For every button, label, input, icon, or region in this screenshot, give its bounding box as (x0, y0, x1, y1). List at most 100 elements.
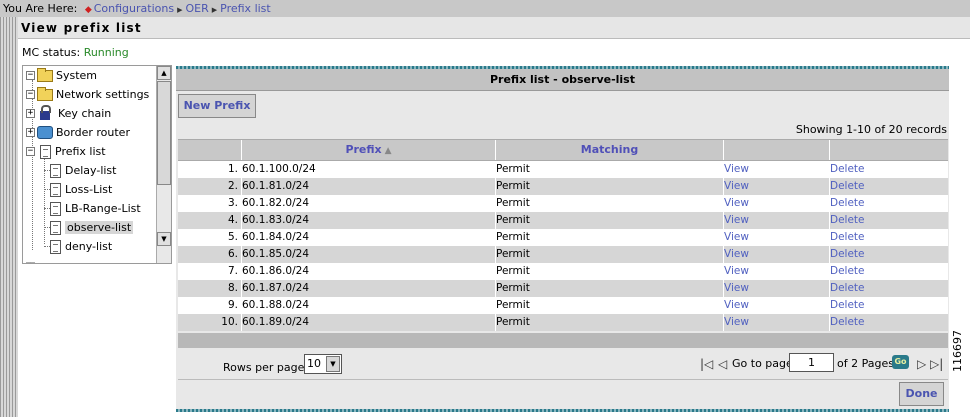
table-row: 6. 60.1.85.0/24 Permit View Delete (178, 246, 948, 263)
navigation-tree[interactable]: − System − Network settings + Key chain … (22, 65, 172, 264)
table-row: 9. 60.1.88.0/24 Permit View Delete (178, 297, 948, 314)
tree-item-label: Loss-List (65, 183, 113, 196)
row-index: 3. (227, 197, 238, 209)
tree-item-network-settings[interactable]: − Network settings (26, 85, 149, 104)
page-number-input[interactable]: 1 (789, 353, 834, 372)
view-link[interactable]: View (724, 246, 824, 263)
expand-icon[interactable]: + (26, 109, 35, 118)
row-prefix: 60.1.89.0/24 (242, 316, 309, 328)
first-page-icon[interactable]: |◁ (700, 357, 713, 371)
view-link[interactable]: View (724, 212, 824, 229)
header-delete (830, 140, 948, 160)
delete-link[interactable]: Delete (830, 229, 940, 246)
delete-link[interactable]: Delete (830, 280, 940, 297)
row-prefix: 60.1.88.0/24 (242, 299, 309, 311)
table-row: 8. 60.1.87.0/24 Permit View Delete (178, 280, 948, 297)
mc-status-label: MC status: (22, 46, 81, 59)
tree-item-delay-list[interactable]: Delay-list (50, 161, 116, 180)
tree-item-key-chain[interactable]: + Key chain (26, 104, 111, 123)
delete-link[interactable]: Delete (830, 297, 940, 314)
tree-item-prefix-list[interactable]: − Prefix list (26, 142, 106, 161)
document-icon (40, 144, 51, 159)
table-row: 4. 60.1.83.0/24 Permit View Delete (178, 212, 948, 229)
breadcrumb-separator-icon: ▶ (211, 6, 218, 14)
go-button[interactable]: Go (892, 355, 909, 369)
tree-item-system[interactable]: − System (26, 66, 97, 85)
collapse-icon[interactable]: − (26, 147, 35, 156)
header-matching[interactable]: Matching (496, 140, 724, 160)
table-row: 1. 60.1.100.0/24 Permit View Delete (178, 161, 948, 178)
mc-status-value: Running (83, 46, 129, 59)
folder-icon (37, 67, 53, 82)
view-link[interactable]: View (724, 178, 824, 195)
previous-page-icon[interactable]: ◁ (718, 357, 727, 371)
tree-item-label-selected: observe-list (65, 221, 134, 234)
new-prefix-button[interactable]: New Prefix (178, 94, 256, 118)
scroll-down-icon[interactable]: ▼ (157, 232, 171, 246)
table-row: 3. 60.1.82.0/24 Permit View Delete (178, 195, 948, 212)
delete-link[interactable]: Delete (830, 195, 940, 212)
row-prefix: 60.1.86.0/24 (242, 265, 309, 277)
row-prefix: 60.1.100.0/24 (242, 163, 316, 175)
tree-item-deny-list[interactable]: deny-list (50, 237, 112, 256)
delete-link[interactable]: Delete (830, 161, 940, 178)
delete-link[interactable]: Delete (830, 314, 940, 331)
tree-item-loss-list[interactable]: Loss-List (50, 180, 112, 199)
header-prefix[interactable]: Prefix ▲ (242, 140, 496, 160)
left-edge-bar (0, 0, 18, 417)
go-to-page-label: Go to page: (732, 357, 797, 370)
view-link[interactable]: View (724, 195, 824, 212)
header-matching-label: Matching (580, 143, 639, 156)
breadcrumb-link-configurations[interactable]: Configurations (94, 2, 174, 15)
tree-item-label: Delay-list (65, 164, 117, 177)
row-index: 6. (227, 248, 238, 260)
collapse-icon[interactable]: − (26, 71, 35, 80)
view-link[interactable]: View (724, 314, 824, 331)
breadcrumb-link-oer[interactable]: OER (185, 2, 208, 15)
breadcrumb-link-prefix-list[interactable]: Prefix list (220, 2, 271, 15)
tree-item-border-router[interactable]: + Border router (26, 123, 130, 142)
tree-item-label: Prefix list (55, 145, 106, 158)
scrollbar-thumb[interactable] (157, 81, 171, 185)
next-page-icon[interactable]: ▷ (917, 357, 926, 371)
tree-item-observe-list[interactable]: observe-list (50, 218, 134, 237)
tree-item-partial: + (26, 257, 37, 263)
row-matching: Permit (496, 299, 530, 311)
delete-link[interactable]: Delete (830, 212, 940, 229)
table-row: 5. 60.1.84.0/24 Permit View Delete (178, 229, 948, 246)
breadcrumb: You Are Here: ◆ Configurations ▶ OER ▶ Prefix… (0, 0, 970, 17)
rows-per-page-select[interactable]: 10 ▼ (304, 354, 342, 374)
expand-icon[interactable]: + (26, 128, 35, 137)
table-row: 2. 60.1.81.0/24 Permit View Delete (178, 178, 948, 195)
delete-link[interactable]: Delete (830, 263, 940, 280)
rows-per-page-value: 10 (307, 357, 321, 370)
rows-per-page-label: Rows per page: (223, 361, 309, 374)
view-link[interactable]: View (724, 280, 824, 297)
header-index (178, 140, 242, 160)
sort-ascending-icon: ▲ (384, 146, 392, 156)
row-index: 4. (227, 214, 238, 226)
view-link[interactable]: View (724, 297, 824, 314)
table-body: 1. 60.1.100.0/24 Permit View Delete 2. 60.1.81… (178, 161, 948, 331)
tree-item-label: Border router (56, 126, 130, 139)
done-button[interactable]: Done (899, 382, 944, 406)
row-prefix: 60.1.87.0/24 (242, 282, 309, 294)
view-link[interactable]: View (724, 263, 824, 280)
tree-scrollbar[interactable]: ▲ ▼ (156, 66, 171, 263)
row-prefix: 60.1.81.0/24 (242, 180, 309, 192)
tree-item-label: System (56, 69, 98, 82)
view-link[interactable]: View (724, 229, 824, 246)
delete-link[interactable]: Delete (830, 246, 940, 263)
delete-link[interactable]: Delete (830, 178, 940, 195)
tree-guide-line (44, 159, 45, 244)
chevron-down-icon[interactable]: ▼ (326, 356, 340, 372)
tree-item-lb-range-list[interactable]: LB-Range-List (50, 199, 141, 218)
last-page-icon[interactable]: ▷| (930, 357, 943, 371)
document-icon (50, 239, 61, 254)
document-icon (50, 163, 61, 178)
document-icon (50, 182, 61, 197)
view-link[interactable]: View (724, 161, 824, 178)
collapse-icon[interactable]: − (26, 90, 35, 99)
scroll-up-icon[interactable]: ▲ (157, 66, 171, 80)
row-prefix: 60.1.82.0/24 (242, 197, 309, 209)
